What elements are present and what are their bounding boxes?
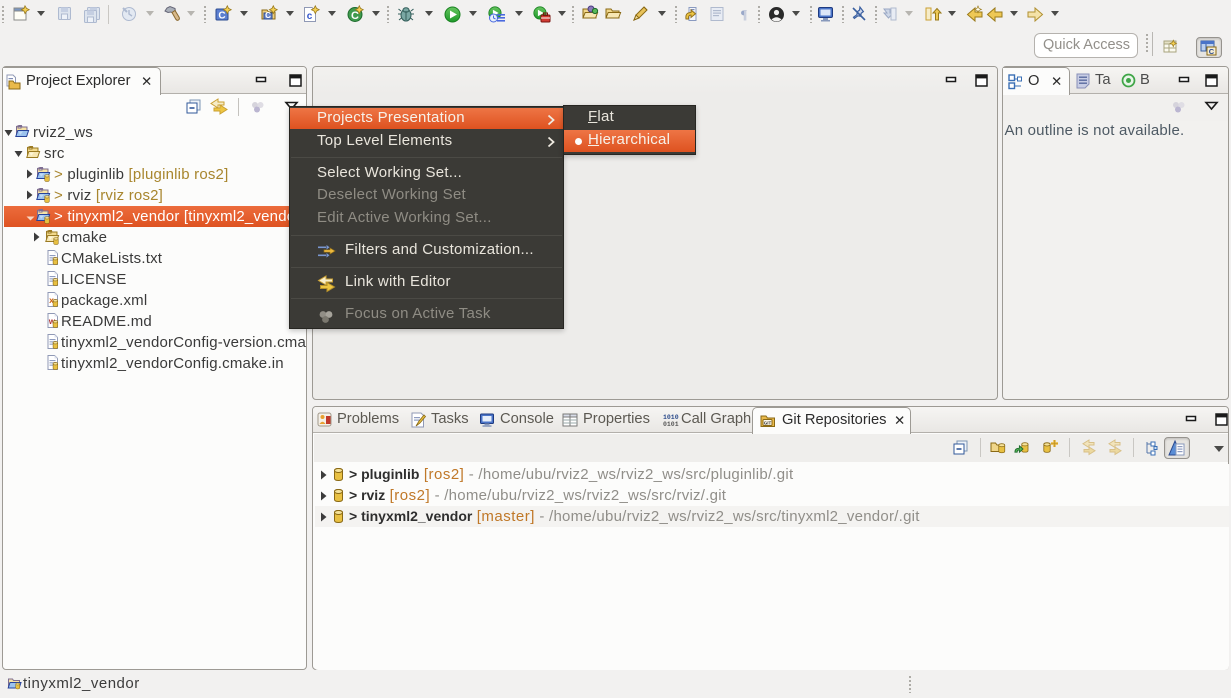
svg-text:0101: 0101: [663, 421, 679, 428]
svg-text:C: C: [265, 11, 271, 20]
svg-text:c: c: [307, 11, 313, 22]
svg-text:C: C: [351, 10, 359, 22]
svg-text:C: C: [218, 11, 225, 22]
svg-text:C: C: [1209, 47, 1215, 56]
svg-text:GIT: GIT: [764, 421, 772, 426]
svg-text:¶: ¶: [741, 7, 747, 22]
svg-text:1010: 1010: [663, 414, 679, 421]
